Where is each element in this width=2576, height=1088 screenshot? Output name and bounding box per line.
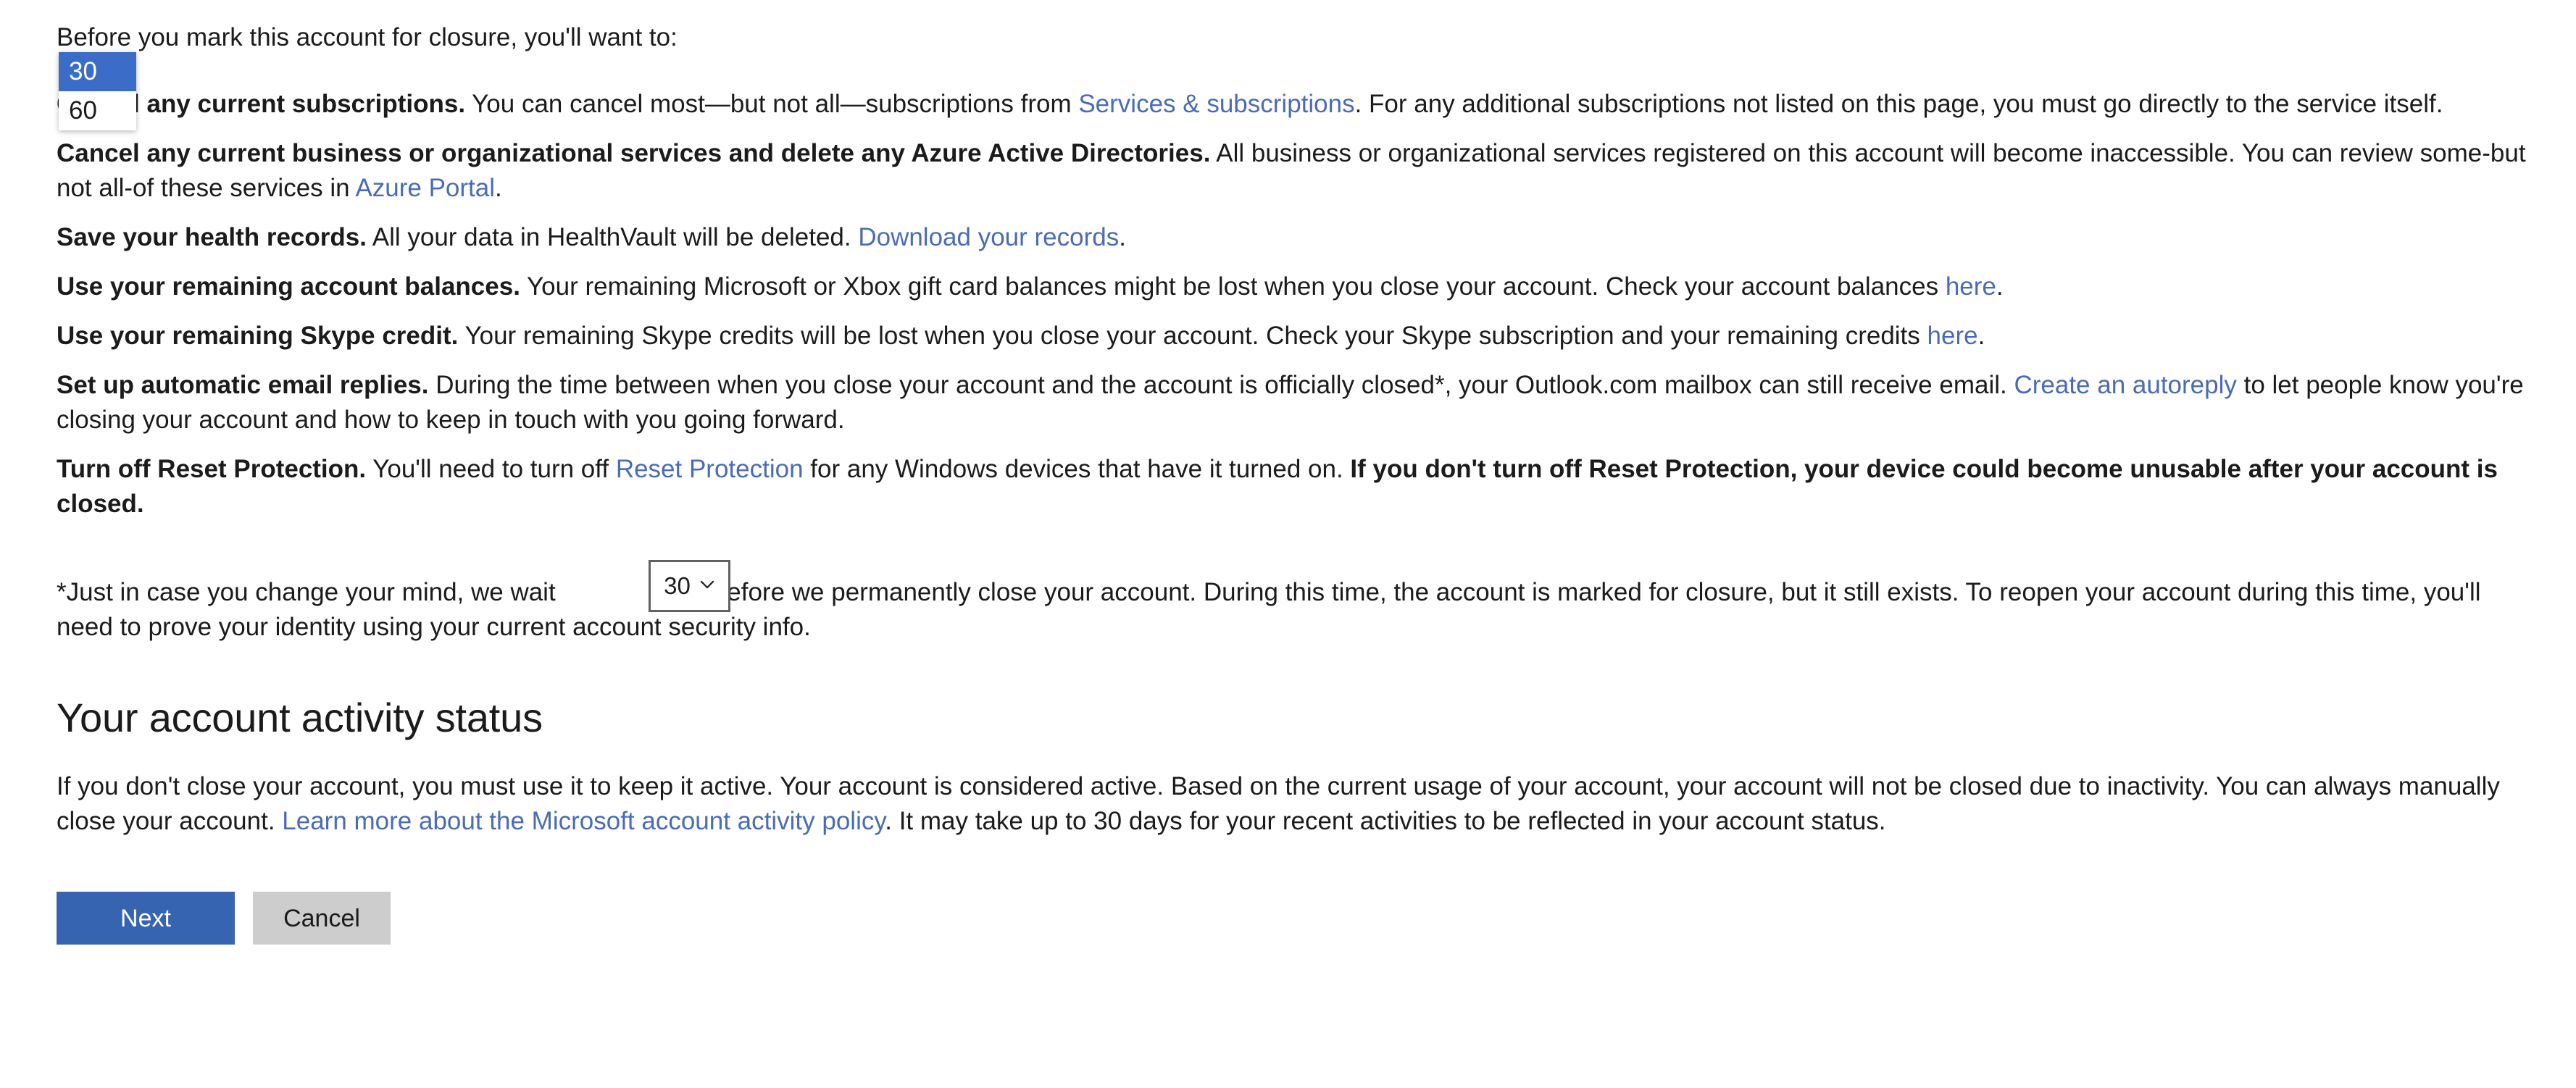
body-text: Your remaining Microsoft or Xbox gift ca… bbox=[520, 272, 1946, 301]
checklist-item: Turn off Reset Protection. You'll need t… bbox=[57, 452, 2535, 522]
body-text: You can cancel most—but not all—subscrip… bbox=[465, 90, 1079, 118]
close-account-page: Before you mark this account for closure… bbox=[0, 0, 2576, 1088]
body-text: You'll need to turn off bbox=[366, 455, 616, 483]
form-actions: Next Cancel bbox=[57, 892, 2535, 945]
wait-period-footnote: *Just in case you change your mind, we w… bbox=[57, 560, 2535, 645]
page-content: Before you mark this account for closure… bbox=[57, 0, 2535, 945]
wait-days-option[interactable]: 30 bbox=[59, 52, 136, 91]
cancel-button[interactable]: Cancel bbox=[253, 892, 391, 945]
checklist-item-lead: Cancel any current business or organizat… bbox=[57, 139, 1211, 167]
body-text: All your data in HealthVault will be del… bbox=[366, 223, 859, 251]
checklist-item: Save your health records. All your data … bbox=[57, 220, 2535, 255]
select-inline-spacer bbox=[562, 600, 645, 601]
checklist-item: Cancel any current subscriptions. You ca… bbox=[57, 87, 2535, 122]
account-activity-heading: Your account activity status bbox=[57, 695, 543, 740]
wait-days-select[interactable]: 30 bbox=[649, 560, 730, 612]
checklist-item-lead: Use your remaining account balances. bbox=[57, 272, 520, 301]
checklist-item-lead: Turn off Reset Protection. bbox=[57, 455, 367, 483]
body-text: During the time between when you close y… bbox=[428, 371, 2014, 399]
inline-link[interactable]: Learn more about the Microsoft account a… bbox=[282, 807, 885, 835]
body-text: Your remaining Skype credits will be los… bbox=[458, 322, 1927, 350]
pre-closure-checklist: Cancel any current subscriptions. You ca… bbox=[57, 87, 2535, 522]
checklist-item: Use your remaining Skype credit. Your re… bbox=[57, 319, 2535, 353]
next-button[interactable]: Next bbox=[57, 892, 235, 945]
body-text: . bbox=[495, 174, 502, 202]
footnote-text-before: *Just in case you change your mind, we w… bbox=[57, 578, 563, 606]
inline-link[interactable]: Azure Portal bbox=[355, 174, 495, 202]
inline-link[interactable]: Services & subscriptions bbox=[1078, 90, 1354, 118]
body-text: . For any additional subscriptions not l… bbox=[1354, 90, 2443, 118]
checklist-item: Set up automatic email replies. During t… bbox=[57, 368, 2535, 438]
wait-days-select-menu[interactable]: 30 60 bbox=[59, 52, 136, 130]
intro-text: Before you mark this account for closure… bbox=[57, 23, 678, 51]
checklist-item-lead: Save your health records. bbox=[57, 223, 367, 251]
body-text: . It may take up to 30 days for your rec… bbox=[885, 807, 1886, 835]
inline-link[interactable]: Download your records bbox=[858, 223, 1119, 251]
checklist-item-lead: Set up automatic email replies. bbox=[57, 371, 429, 399]
inline-link[interactable]: here bbox=[1927, 322, 1978, 350]
inline-link[interactable]: here bbox=[1946, 272, 1996, 301]
checklist-item-lead: Use your remaining Skype credit. bbox=[57, 322, 459, 350]
checklist-item: Cancel any current business or organizat… bbox=[57, 136, 2535, 206]
checklist-item: Use your remaining account balances. You… bbox=[57, 269, 2535, 304]
wait-days-select-container[interactable]: 30 bbox=[649, 560, 730, 612]
body-text: . bbox=[1996, 272, 2004, 301]
wait-days-select-value: 30 bbox=[664, 572, 691, 599]
inline-link[interactable]: Create an autoreply bbox=[2014, 371, 2236, 399]
body-text: for any Windows devices that have it tur… bbox=[803, 455, 1351, 483]
chevron-down-icon bbox=[699, 577, 715, 593]
body-text: . bbox=[1119, 223, 1126, 251]
account-activity-paragraph: If you don't close your account, you mus… bbox=[57, 769, 2535, 839]
body-text: . bbox=[1977, 322, 1985, 350]
wait-days-option[interactable]: 60 bbox=[59, 91, 136, 130]
inline-link[interactable]: Reset Protection bbox=[616, 455, 804, 483]
